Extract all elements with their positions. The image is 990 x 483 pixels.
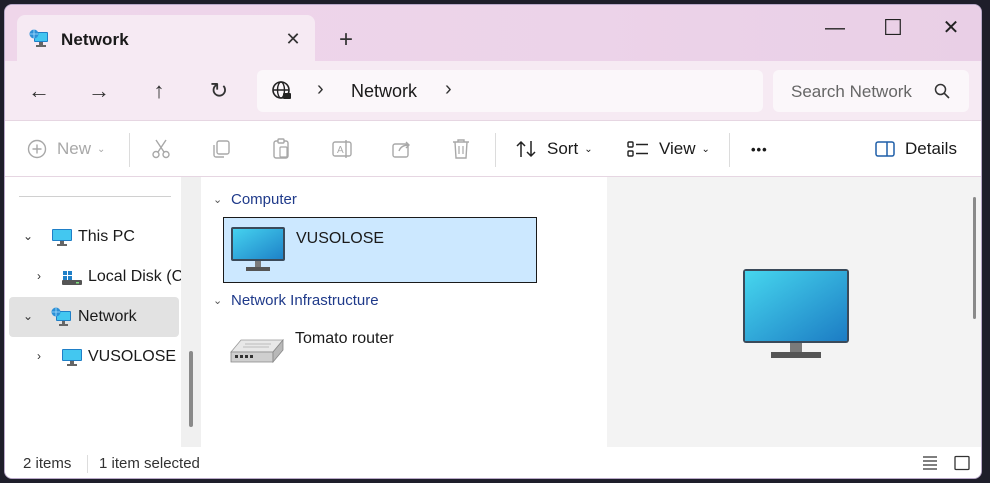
view-label: View	[659, 139, 696, 158]
scissors-icon	[152, 139, 170, 159]
scrollbar-thumb[interactable]	[189, 351, 193, 427]
details-pane	[607, 177, 981, 447]
divider	[129, 133, 130, 167]
drive-icon	[62, 271, 82, 285]
chevron-down-icon[interactable]: ⌄	[213, 193, 222, 206]
details-view-icon[interactable]	[921, 455, 939, 471]
maximize-button[interactable]: ☐	[873, 11, 913, 45]
breadcrumb-separator[interactable]: ›	[317, 78, 324, 101]
breadcrumb-separator[interactable]: ›	[445, 78, 452, 101]
details-button[interactable]: Details	[875, 133, 957, 165]
tab-title: Network	[61, 30, 129, 49]
search-box[interactable]: Search Network	[773, 70, 969, 112]
navigation-bar: ← → ↑ ↻ › Network › Search Network	[5, 61, 981, 121]
new-tab-button[interactable]: +	[331, 25, 361, 55]
view-icon	[627, 141, 648, 157]
share-icon	[392, 141, 410, 158]
sidebar-item-vusolose[interactable]: › VUSOLOSE	[9, 337, 179, 377]
search-icon	[934, 83, 950, 99]
network-icon	[51, 307, 71, 326]
list-item-tomato-router[interactable]: Tomato router	[223, 318, 537, 384]
paste-button[interactable]	[271, 133, 291, 165]
sort-icon	[516, 140, 536, 158]
sidebar-item-network[interactable]: ⌄ Network	[9, 297, 179, 337]
chevron-down-icon: ⌄	[97, 143, 106, 155]
monitor-icon	[62, 349, 82, 366]
divider	[19, 196, 171, 197]
copy-button[interactable]	[211, 133, 231, 165]
svg-text:A: A	[337, 145, 344, 156]
group-header-network-infrastructure[interactable]: Network Infrastructure	[231, 292, 379, 309]
refresh-button[interactable]: ↻	[203, 77, 235, 105]
more-options-button[interactable]: •••	[751, 133, 768, 165]
chevron-down-icon[interactable]: ⌄	[23, 309, 37, 323]
monitor-icon	[743, 269, 849, 358]
back-button[interactable]: ←	[23, 77, 55, 105]
command-bar: New ⌄ A Sort ⌄ View ⌄ ••• Details	[5, 121, 981, 177]
divider	[495, 133, 496, 167]
status-bar: 2 items 1 item selected	[5, 447, 981, 478]
trash-icon	[453, 139, 469, 159]
tiles-view-icon[interactable]	[953, 455, 971, 471]
divider	[87, 455, 88, 473]
address-bar[interactable]: › Network ›	[257, 70, 763, 112]
close-window-button[interactable]: ✕	[931, 11, 971, 45]
monitor-icon	[231, 227, 285, 271]
chevron-right-icon[interactable]: ›	[37, 349, 51, 363]
new-button[interactable]: New ⌄	[27, 133, 105, 165]
rename-icon: A	[332, 140, 352, 158]
share-button[interactable]	[391, 133, 413, 165]
forward-button[interactable]: →	[83, 77, 115, 105]
ellipsis-icon: •••	[751, 141, 768, 157]
list-item-label: VUSOLOSE	[296, 230, 385, 247]
group-header-computer[interactable]: Computer	[231, 191, 297, 208]
sidebar-item-local-disk[interactable]: › Local Disk (C:)	[9, 257, 193, 297]
globe-icon	[272, 81, 291, 99]
chevron-down-icon[interactable]: ⌄	[23, 229, 37, 243]
network-icon	[29, 29, 48, 47]
file-explorer-window: Network ✕ + — ☐ ✕ ← → ↑ ↻ › Network › Se…	[4, 4, 982, 479]
view-button[interactable]: View ⌄	[627, 133, 710, 165]
sort-button[interactable]: Sort ⌄	[515, 133, 593, 165]
chevron-down-icon: ⌄	[584, 143, 593, 155]
chevron-down-icon: ⌄	[701, 143, 710, 155]
scrollbar-thumb[interactable]	[973, 197, 976, 319]
pc-icon	[52, 229, 72, 246]
cut-button[interactable]	[151, 133, 171, 165]
details-pane-icon	[875, 141, 895, 157]
new-label: New	[57, 139, 92, 158]
file-list: ⌄ Computer VUSOLOSE ⌄ Network Infrastruc…	[201, 177, 607, 447]
up-button[interactable]: ↑	[143, 77, 175, 105]
copy-icon	[213, 140, 230, 158]
details-label: Details	[905, 139, 957, 158]
plus-circle-icon	[27, 139, 47, 159]
title-bar: Network ✕ + — ☐ ✕	[5, 5, 981, 61]
divider	[729, 133, 730, 167]
tab-network[interactable]: Network ✕	[17, 15, 315, 61]
rename-button[interactable]: A	[331, 133, 353, 165]
chevron-right-icon[interactable]: ›	[37, 269, 51, 283]
list-item-vusolose[interactable]: VUSOLOSE	[223, 217, 537, 283]
sidebar-item-label: This PC	[78, 228, 135, 245]
tab-close-button[interactable]: ✕	[281, 27, 305, 51]
sidebar-item-label: VUSOLOSE	[88, 348, 177, 365]
sort-label: Sort	[547, 139, 579, 158]
chevron-down-icon[interactable]: ⌄	[213, 294, 222, 307]
router-icon	[230, 338, 284, 364]
item-count: 2 items	[23, 455, 72, 472]
sidebar-item-label: Network	[78, 308, 137, 325]
selection-count: 1 item selected	[99, 455, 200, 472]
minimize-button[interactable]: —	[815, 11, 855, 45]
list-item-label: Tomato router	[295, 330, 394, 347]
sidebar-item-label: Local Disk (C:)	[88, 268, 193, 285]
delete-button[interactable]	[451, 133, 471, 165]
breadcrumb-network[interactable]: Network	[351, 81, 417, 102]
sidebar-item-this-pc[interactable]: ⌄ This PC	[9, 217, 179, 257]
navigation-pane: ⌄ This PC › Local Disk (C:) ⌄ Network › …	[5, 177, 201, 447]
search-input[interactable]: Search Network	[791, 82, 915, 102]
clipboard-icon	[273, 138, 289, 159]
